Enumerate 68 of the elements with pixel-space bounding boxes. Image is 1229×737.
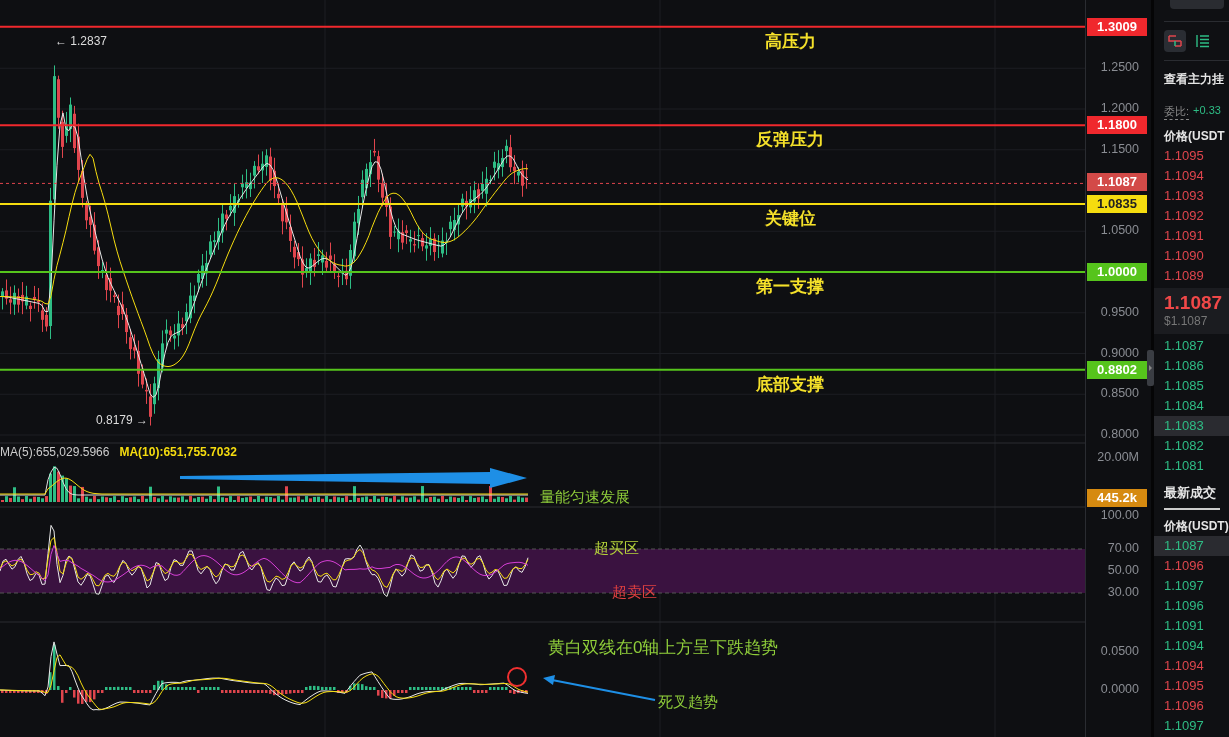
ma5-legend: MA(5):655,029.5966 xyxy=(0,445,110,459)
overbought-label: 超买区 xyxy=(594,539,639,558)
trade-price: 1.1095 xyxy=(1163,677,1205,695)
trade-price: 1.1096 xyxy=(1163,597,1205,615)
axis-label: 1.1500 xyxy=(1100,141,1139,156)
ratio-label: 委比: xyxy=(1164,104,1190,120)
level-label: 底部支撑 xyxy=(755,373,825,396)
price-tag: 0.8802 xyxy=(1087,360,1147,379)
axis-label: 0.0500 xyxy=(1100,644,1139,658)
bid-price[interactable]: 1.1081 xyxy=(1154,456,1229,476)
ask-price[interactable]: 1.1089 xyxy=(1154,266,1229,286)
ask-price[interactable]: 1.1093 xyxy=(1154,186,1229,206)
axis-label: 30.00 xyxy=(1107,585,1139,599)
high-price-marker: ← 1.2837 xyxy=(55,34,108,48)
trade-price: 1.1094 xyxy=(1163,637,1205,655)
last-price-usd: $1.1087 xyxy=(1164,314,1209,328)
bid-price[interactable]: 1.1087 xyxy=(1154,336,1229,356)
ma10-legend: MA(10):651,755.7032 xyxy=(119,445,237,459)
level-label: 高压力 xyxy=(763,30,817,53)
level-label: 关键位 xyxy=(763,207,817,230)
annotation-text: 死叉趋势 xyxy=(658,693,718,712)
annotation-text: 量能匀速发展 xyxy=(540,488,630,507)
column-header: 价格(USDT) xyxy=(1164,518,1229,535)
ratio-value: +0.33 xyxy=(1193,104,1221,118)
price-tag: 1.1800 xyxy=(1087,116,1147,135)
low-price-marker: 0.8179 → xyxy=(96,413,149,427)
trade-price: 1.1094 xyxy=(1163,657,1205,675)
axis-label: 0.9000 xyxy=(1100,345,1139,360)
axis-label: 0.8000 xyxy=(1100,427,1139,441)
panel-title: 查看主力挂 xyxy=(1164,71,1225,88)
level-label: 反弹压力 xyxy=(755,129,825,152)
bid-price[interactable]: 1.1082 xyxy=(1154,436,1229,456)
bid-price[interactable]: 1.1086 xyxy=(1154,356,1229,376)
bid-price[interactable]: 1.1083 xyxy=(1154,416,1229,436)
axis-label: 100.00 xyxy=(1100,508,1139,522)
axis-label: 0.8500 xyxy=(1100,386,1139,401)
axis-label: 1.2500 xyxy=(1100,60,1139,75)
price-tag: 1.0000 xyxy=(1087,263,1147,281)
last-price-tag: 1.1087 xyxy=(1087,173,1147,192)
trade-price: 1.1097 xyxy=(1163,717,1205,735)
ask-price[interactable]: 1.1095 xyxy=(1154,146,1229,166)
oversold-label: 超卖区 xyxy=(612,583,657,602)
ask-price[interactable]: 1.1090 xyxy=(1154,246,1229,266)
trade-price: 1.1097 xyxy=(1163,577,1205,595)
column-header: 价格(USDT xyxy=(1164,128,1226,145)
ask-price[interactable]: 1.1092 xyxy=(1154,206,1229,226)
ask-price[interactable]: 1.1094 xyxy=(1154,166,1229,186)
level-label: 第一支撑 xyxy=(755,276,825,298)
trade-price: 1.1091 xyxy=(1163,617,1205,635)
ask-price[interactable]: 1.1091 xyxy=(1154,226,1229,246)
annotation-text: 黄白双线在0轴上方呈下跌趋势 xyxy=(548,637,779,659)
trade-price: 1.1096 xyxy=(1163,697,1205,715)
trade-price: 1.1096 xyxy=(1163,557,1205,575)
last-price: 1.1087 xyxy=(1164,292,1224,314)
axis-label: 0.9500 xyxy=(1100,304,1139,319)
bid-price[interactable]: 1.1084 xyxy=(1154,396,1229,416)
axis-label: 20.00M xyxy=(1097,450,1139,464)
price-tag: 1.3009 xyxy=(1087,17,1147,36)
axis-label: 0.0000 xyxy=(1100,682,1139,696)
axis-label: 1.0500 xyxy=(1100,223,1139,238)
axis-label: 70.00 xyxy=(1107,541,1139,555)
price-tag: 1.0835 xyxy=(1087,194,1147,213)
trade-price: 1.1087 xyxy=(1154,536,1229,556)
axis-label: 1.2000 xyxy=(1100,101,1139,115)
volume-tag: 445.2k xyxy=(1087,489,1147,507)
section-title: 最新成交 xyxy=(1164,484,1217,502)
bid-price[interactable]: 1.1085 xyxy=(1154,376,1229,396)
axis-label: 50.00 xyxy=(1107,563,1139,577)
